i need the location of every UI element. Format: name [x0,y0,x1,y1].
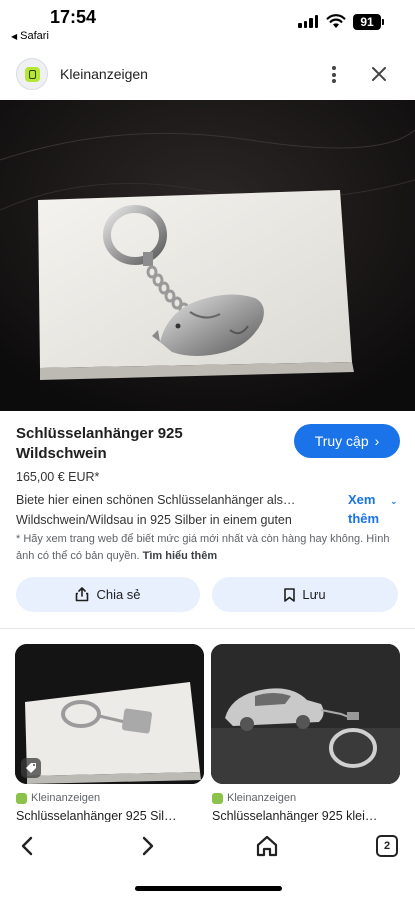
share-button[interactable]: Chia sẻ [16,577,200,612]
description-line-1: Biete hier einen schönen Schlüsselanhäng… [16,493,296,507]
price-notice: * Hãy xem trang web để biết mức giá mới … [16,531,396,565]
related-title-2[interactable]: Schlüsselanhänger 925 klei… [212,809,398,823]
description-line-2: Wildschwein/Wildsau in 925 Silber in ein… [16,513,292,527]
save-button[interactable]: Lưu [212,577,398,612]
home-indicator [135,886,282,891]
browser-bottom-bar: 2 [0,822,415,900]
related-image-1[interactable] [15,644,204,784]
see-more-button[interactable]: Xem thêm ⌄ [348,490,404,528]
kleinanzeigen-logo-icon [16,58,48,90]
chevron-right-icon: › [374,433,380,449]
forward-arrow-icon[interactable] [134,833,160,859]
share-label: Chia sẻ [96,587,141,602]
listing-title[interactable]: Schlüsselanhänger 925 Wildschwein [16,424,266,464]
learn-more-link[interactable]: Tìm hiểu thêm [143,550,218,562]
related-source-label: Kleinanzeigen [227,792,297,804]
home-icon[interactable] [254,833,280,859]
battery-icon: 91 [353,14,384,30]
see-more-label: Xem thêm [348,492,380,526]
bookmark-icon [284,587,296,602]
visit-button[interactable]: Truy cập › [294,424,400,458]
close-icon[interactable] [370,65,388,83]
more-vert-icon[interactable] [331,66,337,84]
listing-description: Biete hier einen schönen Schlüsselanhäng… [16,490,334,530]
lens-result-page: 17:54 ◀ Safari 91 Kleinanzeigen Schlüsse… [0,0,415,900]
keychain-car-photo [211,644,400,784]
kleinanzeigen-mini-icon [16,792,27,804]
product-image[interactable] [0,100,415,411]
back-arrow-icon[interactable] [15,833,41,859]
cellular-signal-icon [298,15,318,28]
site-header: Kleinanzeigen [0,50,415,98]
related-image-2[interactable] [211,644,400,784]
kleinanzeigen-mini-icon [212,792,223,804]
site-name: Kleinanzeigen [60,66,148,82]
status-bar: 17:54 ◀ Safari 91 [0,0,415,46]
share-icon [76,587,89,602]
wifi-icon [326,14,346,28]
keychain-boar-photo [0,100,415,411]
keychain-tag-photo [15,644,204,784]
back-triangle-icon: ◀ [11,32,18,41]
listing-price: 165,00 € EUR* [16,470,100,484]
related-source-2: Kleinanzeigen [212,792,296,804]
section-divider [0,628,415,629]
related-title-1[interactable]: Schlüsselanhänger 925 Sil… [16,809,202,823]
chevron-down-icon: ⌄ [390,496,398,506]
save-label: Lưu [302,587,326,602]
back-app-label: Safari [20,30,49,42]
status-time: 17:54 [50,7,97,27]
related-source-1: Kleinanzeigen [16,792,100,804]
related-source-label: Kleinanzeigen [31,792,101,804]
tab-switcher-button[interactable]: 2 [376,835,398,857]
visit-label: Truy cập [314,433,369,449]
back-to-app-link[interactable]: ◀ Safari [11,30,49,42]
tag-icon [21,758,41,778]
